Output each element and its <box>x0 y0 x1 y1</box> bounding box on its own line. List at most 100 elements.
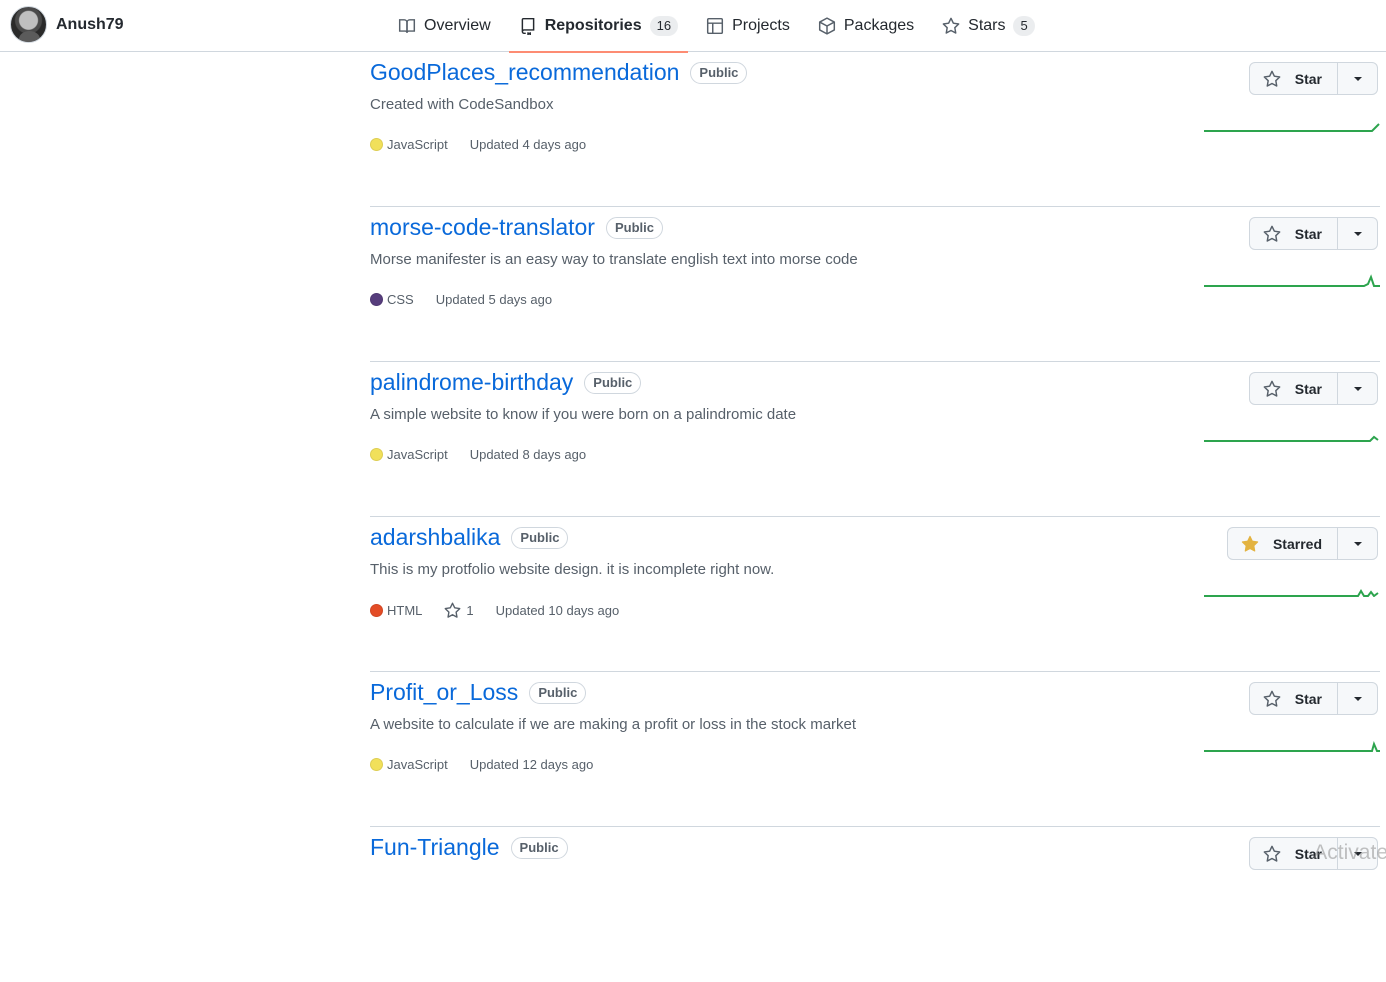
repo-language: JavaScript <box>370 137 448 152</box>
star-button[interactable]: Star <box>1249 62 1338 95</box>
repo-meta: CSS Updated 5 days ago <box>370 292 552 307</box>
activity-sparkline <box>1204 267 1380 287</box>
star-button-group: Starred <box>1227 527 1378 560</box>
language-color-dot <box>370 448 383 461</box>
tab-overview-label: Overview <box>424 17 491 35</box>
repo-meta: JavaScript Updated 8 days ago <box>370 447 586 462</box>
star-button-label: Star <box>1295 691 1322 707</box>
repo-meta: JavaScript Updated 4 days ago <box>370 137 586 152</box>
language-name: JavaScript <box>387 757 448 772</box>
os-activation-watermark: Activate <box>1313 841 1386 865</box>
repo-description: Morse manifester is an easy way to trans… <box>370 251 858 268</box>
language-name: CSS <box>387 292 414 307</box>
repo-meta: JavaScript Updated 12 days ago <box>370 757 593 772</box>
repo-language: JavaScript <box>370 757 448 772</box>
visibility-badge: Public <box>529 682 586 704</box>
repo-name-link[interactable]: GoodPlaces_recommendation <box>370 59 679 86</box>
repo-title-row: adarshbalika Public <box>370 524 568 551</box>
stargazers-count: 1 <box>466 603 473 618</box>
stars-count: 5 <box>1013 16 1034 36</box>
activity-sparkline <box>1204 577 1380 597</box>
repo-name-link[interactable]: Fun-Triangle <box>370 834 500 861</box>
activity-sparkline <box>1204 112 1380 132</box>
repo-description: A simple website to know if you were bor… <box>370 406 796 423</box>
repo-icon <box>519 17 537 35</box>
star-list-dropdown[interactable] <box>1338 372 1378 405</box>
list-item: palindrome-birthday Public A simple webs… <box>370 362 1380 517</box>
updated-time: Updated 4 days ago <box>470 137 586 152</box>
tab-packages[interactable]: Packages <box>808 0 924 52</box>
repo-language: JavaScript <box>370 447 448 462</box>
tab-stars[interactable]: Stars 5 <box>932 0 1045 52</box>
visibility-badge: Public <box>511 837 568 859</box>
triangle-down-icon <box>1354 542 1362 546</box>
repo-meta: HTML 1 Updated 10 days ago <box>370 602 619 619</box>
repo-name-link[interactable]: Profit_or_Loss <box>370 679 518 706</box>
repo-description: A website to calculate if we are making … <box>370 716 856 733</box>
visibility-badge: Public <box>584 372 641 394</box>
star-button-group: Star <box>1249 217 1378 250</box>
repo-title-row: Profit_or_Loss Public <box>370 679 586 706</box>
repo-title-row: Fun-Triangle Public <box>370 834 568 861</box>
repositories-count: 16 <box>650 16 678 36</box>
tab-packages-label: Packages <box>844 17 914 35</box>
profile-header: Anush79 Overview Repositories 16 Project… <box>0 0 1386 52</box>
avatar[interactable] <box>10 6 47 43</box>
profile-link[interactable]: Anush79 <box>10 6 124 43</box>
star-list-dropdown[interactable] <box>1338 682 1378 715</box>
star-list-dropdown[interactable] <box>1338 527 1378 560</box>
language-color-dot <box>370 293 383 306</box>
username[interactable]: Anush79 <box>56 16 124 34</box>
tab-repositories-label: Repositories <box>545 17 642 35</box>
repo-language: HTML <box>370 603 422 618</box>
star-icon <box>444 602 461 619</box>
visibility-badge: Public <box>606 217 663 239</box>
star-button-label: Star <box>1295 381 1322 397</box>
activity-sparkline <box>1204 422 1380 442</box>
updated-time: Updated 8 days ago <box>470 447 586 462</box>
triangle-down-icon <box>1354 697 1362 701</box>
language-color-dot <box>370 758 383 771</box>
activity-sparkline <box>1204 732 1380 752</box>
table-icon <box>706 17 724 35</box>
repo-title-row: morse-code-translator Public <box>370 214 663 241</box>
star-list-dropdown[interactable] <box>1338 217 1378 250</box>
starred-button[interactable]: Starred <box>1227 527 1338 560</box>
triangle-down-icon <box>1354 232 1362 236</box>
book-icon <box>398 17 416 35</box>
star-icon <box>1263 845 1281 863</box>
star-icon <box>1263 225 1281 243</box>
triangle-down-icon <box>1354 77 1362 81</box>
tab-projects-label: Projects <box>732 17 790 35</box>
star-button[interactable]: Star <box>1249 217 1338 250</box>
repo-description: Created with CodeSandbox <box>370 96 553 113</box>
star-button[interactable]: Star <box>1249 682 1338 715</box>
repo-description: This is my protfolio website design. it … <box>370 561 774 578</box>
star-list-dropdown[interactable] <box>1338 62 1378 95</box>
language-name: JavaScript <box>387 137 448 152</box>
stargazers-link[interactable]: 1 <box>444 602 473 619</box>
tab-overview[interactable]: Overview <box>388 0 501 52</box>
updated-time: Updated 12 days ago <box>470 757 594 772</box>
language-name: JavaScript <box>387 447 448 462</box>
visibility-badge: Public <box>690 62 747 84</box>
star-button-group: Star <box>1249 682 1378 715</box>
triangle-down-icon <box>1354 387 1362 391</box>
star-button-group: Star <box>1249 372 1378 405</box>
visibility-badge: Public <box>511 527 568 549</box>
star-icon <box>1263 690 1281 708</box>
repo-name-link[interactable]: adarshbalika <box>370 524 500 551</box>
repo-name-link[interactable]: palindrome-birthday <box>370 369 573 396</box>
tab-repositories[interactable]: Repositories 16 <box>509 0 688 52</box>
repo-language: CSS <box>370 292 414 307</box>
tab-projects[interactable]: Projects <box>696 0 800 52</box>
list-item: Profit_or_Loss Public A website to calcu… <box>370 672 1380 827</box>
star-button-group: Star <box>1249 62 1378 95</box>
language-color-dot <box>370 138 383 151</box>
repo-name-link[interactable]: morse-code-translator <box>370 214 595 241</box>
star-button-label: Star <box>1295 71 1322 87</box>
updated-time: Updated 5 days ago <box>436 292 552 307</box>
star-button[interactable]: Star <box>1249 372 1338 405</box>
star-fill-icon <box>1241 535 1259 553</box>
star-icon <box>1263 70 1281 88</box>
